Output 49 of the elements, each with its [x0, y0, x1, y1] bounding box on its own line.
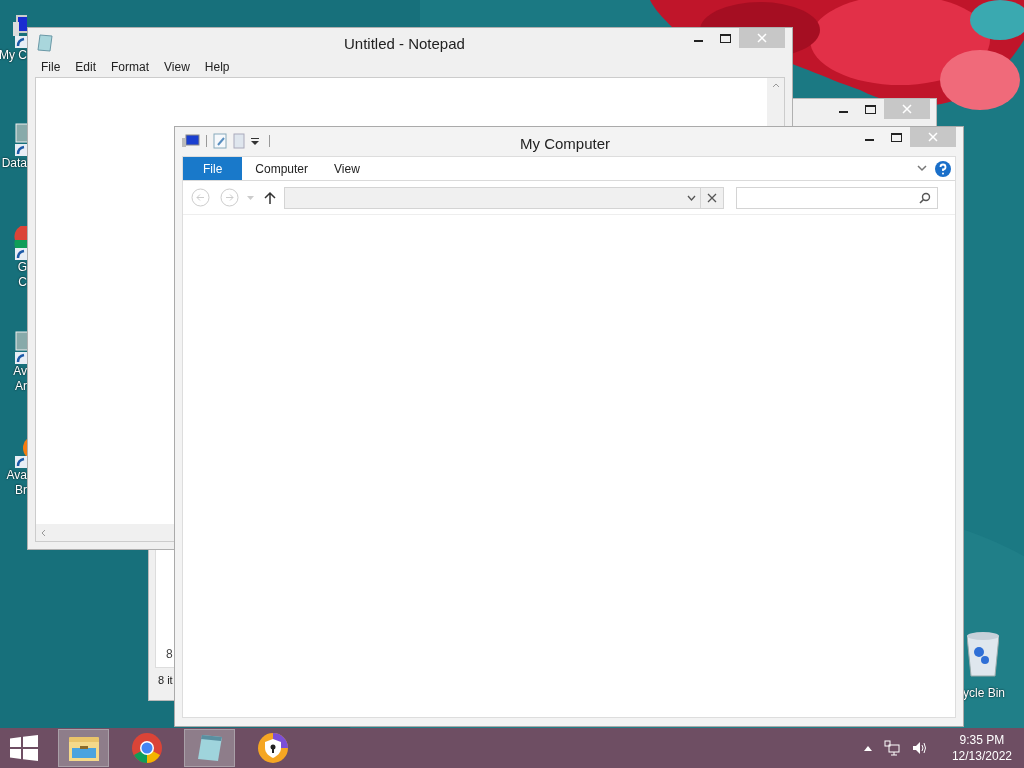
chrome-icon[interactable] [130, 732, 163, 764]
icon-label: Av [13, 364, 27, 379]
speaker-icon[interactable] [911, 741, 928, 755]
menu-item[interactable]: Help [197, 58, 237, 76]
close-icon [757, 33, 767, 43]
icon-label: G [17, 260, 27, 275]
search-icon [919, 191, 931, 204]
clock-time: 9:35 PM [959, 732, 1005, 748]
ribbon-tab[interactable]: Computer [242, 157, 322, 180]
menu-item[interactable]: View [157, 58, 197, 76]
help-icon[interactable] [935, 160, 951, 177]
address-field[interactable] [284, 186, 724, 209]
icon-label: Ava [6, 468, 27, 483]
caret-up-icon[interactable] [863, 745, 872, 751]
folder-icon[interactable] [67, 734, 100, 762]
clock-date: 12/13/2022 [951, 748, 1012, 764]
menu-item[interactable]: Format [104, 58, 157, 76]
icon-label: ycle Bin [963, 685, 1006, 702]
shield-icon[interactable] [256, 732, 289, 764]
shortcut-icon[interactable] [13, 330, 27, 364]
network-icon[interactable] [883, 740, 900, 756]
shortcut-icon[interactable] [13, 226, 27, 260]
icon-label: My C [0, 48, 27, 63]
chevron-down-icon[interactable] [917, 165, 927, 172]
clock[interactable]: 9:35 PM 12/13/2022 [951, 732, 1012, 764]
window-title: Untitled - Notepad [344, 34, 465, 54]
window-title: My Computer [520, 134, 611, 154]
windows-logo-icon[interactable] [10, 735, 38, 761]
ribbon-tab[interactable]: View [321, 157, 373, 180]
menu-item[interactable]: Edit [68, 58, 104, 76]
icon-label: Ar [15, 379, 27, 394]
icon-label: C [18, 275, 27, 290]
icon-label: Data [1, 156, 27, 171]
dropdown-icon[interactable] [251, 137, 259, 145]
list-cell-text: 8 [166, 646, 174, 663]
shortcut-icon[interactable] [13, 122, 27, 156]
close-icon [928, 132, 938, 142]
chevron-down-icon[interactable] [687, 194, 696, 201]
search-field[interactable] [736, 186, 938, 209]
up-arrow-icon[interactable] [264, 190, 276, 205]
menu-item[interactable]: File [34, 58, 68, 76]
notepad-icon [37, 34, 53, 52]
properties-icon[interactable] [213, 133, 227, 149]
ribbon-tab[interactable]: File [183, 157, 243, 180]
close-icon [902, 104, 912, 114]
computer-icon[interactable] [182, 134, 200, 148]
recycle-bin-icon[interactable] [967, 630, 999, 678]
status-text: 8 it [158, 672, 173, 688]
icon-label: Br [15, 483, 27, 498]
